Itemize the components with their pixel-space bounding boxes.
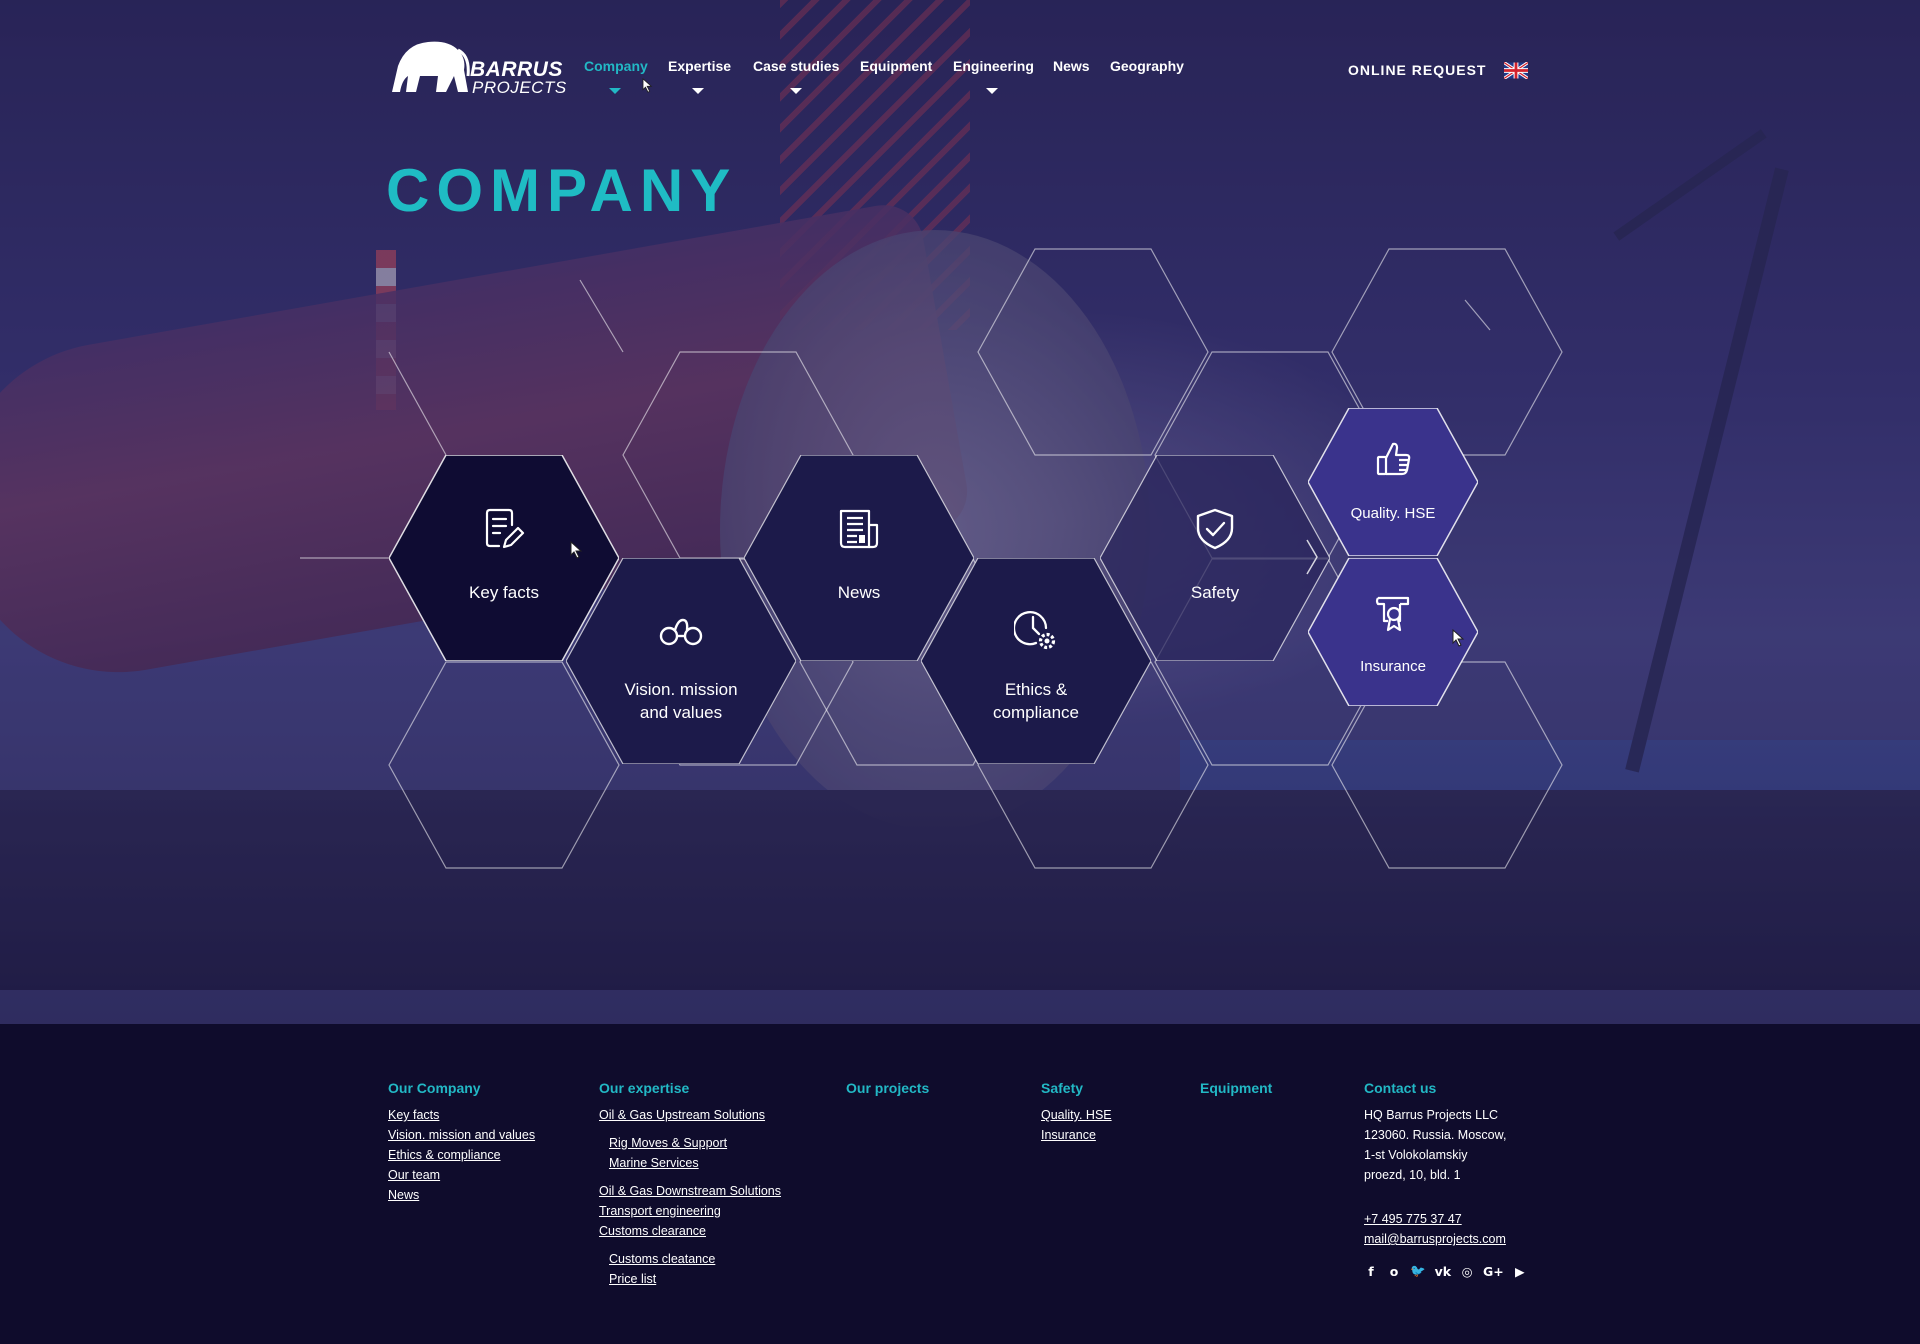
youtube-icon[interactable]: ▶: [1513, 1264, 1527, 1279]
email-link[interactable]: mail@barrusprojects.com: [1364, 1229, 1527, 1249]
twitter-icon[interactable]: 🐦: [1410, 1263, 1426, 1279]
logo[interactable]: BARRUS PROJECTS: [388, 36, 566, 98]
nav-company[interactable]: Company: [584, 58, 648, 74]
logo-subtitle: PROJECTS: [472, 78, 567, 97]
hero-section: BARRUS PROJECTS Company Expertise Case s…: [0, 0, 1920, 1024]
footer-link-transport-engineering[interactable]: Transport engineering: [599, 1201, 781, 1221]
binoculars-icon: [659, 618, 703, 646]
address-line: proezd, 10, bld. 1: [1364, 1168, 1461, 1182]
footer-link-our-team[interactable]: Our team: [388, 1165, 535, 1185]
instagram-icon[interactable]: ◎: [1460, 1264, 1474, 1279]
document-edit-icon: [485, 508, 525, 549]
certificate-icon: [1375, 596, 1410, 632]
footer-link-customs-clearance[interactable]: Customs clearance: [599, 1221, 781, 1241]
footer-col-our-expertise: Our expertise Oil & Gas Upstream Solutio…: [599, 1080, 781, 1289]
footer-heading-our-expertise[interactable]: Our expertise: [599, 1080, 781, 1096]
online-request-button[interactable]: ONLINE REQUEST: [1348, 62, 1486, 78]
tile-safety[interactable]: Safety: [1100, 455, 1330, 661]
nav-case-studies[interactable]: Case studies: [753, 58, 839, 74]
footer-link-quality-hse[interactable]: Quality. HSE: [1041, 1105, 1112, 1125]
footer-link-customs-cleatance[interactable]: Customs cleatance: [609, 1249, 781, 1269]
footer-heading-our-projects[interactable]: Our projects: [846, 1080, 929, 1096]
footer-col-contact: Contact us HQ Barrus Projects LLC 123060…: [1364, 1080, 1527, 1279]
nav-engineering[interactable]: Engineering: [953, 58, 1034, 74]
footer-link-downstream[interactable]: Oil & Gas Downstream Solutions: [599, 1181, 781, 1201]
footer-link-price-list[interactable]: Price list: [609, 1269, 781, 1289]
footer-col-equipment: Equipment: [1200, 1080, 1272, 1105]
page-title: COMPANY: [386, 157, 738, 224]
footer-link-insurance[interactable]: Insurance: [1041, 1125, 1112, 1145]
nav-equipment[interactable]: Equipment: [860, 58, 932, 74]
tile-vision-label-2: and values: [639, 703, 723, 722]
footer-link-marine-services[interactable]: Marine Services: [609, 1153, 781, 1173]
engineering-dropdown-caret-icon[interactable]: [986, 88, 998, 94]
tile-safety-label: Safety: [1190, 583, 1240, 602]
tile-insurance-label: Insurance: [1360, 658, 1426, 675]
footer-col-safety: Safety Quality. HSE Insurance: [1041, 1080, 1112, 1145]
footer-col-our-projects: Our projects: [846, 1080, 929, 1105]
address-line: HQ Barrus Projects LLC: [1364, 1108, 1499, 1122]
google-plus-icon[interactable]: G+: [1483, 1264, 1504, 1279]
thumbs-up-icon: [1376, 442, 1411, 476]
footer-link-rig-moves[interactable]: Rig Moves & Support: [609, 1133, 781, 1153]
nav-expertise[interactable]: Expertise: [668, 58, 731, 74]
phone-link[interactable]: +7 495 775 37 47: [1364, 1209, 1527, 1229]
address-line: 1-st Volokolamskiy: [1364, 1148, 1468, 1162]
vk-icon[interactable]: vk: [1435, 1264, 1451, 1279]
footer-heading-safety[interactable]: Safety: [1041, 1080, 1112, 1096]
case-studies-dropdown-caret-icon[interactable]: [790, 88, 802, 94]
footer-link-ethics[interactable]: Ethics & compliance: [388, 1145, 535, 1165]
tile-quality-hse-label: Quality. HSE: [1350, 505, 1436, 522]
uk-flag-icon[interactable]: [1504, 62, 1528, 79]
footer-heading-equipment[interactable]: Equipment: [1200, 1080, 1272, 1096]
mouse-cursor-icon: [570, 541, 583, 559]
footer-heading-contact[interactable]: Contact us: [1364, 1080, 1527, 1096]
tile-ethics-label-1: Ethics &: [1004, 680, 1068, 699]
clock-gear-icon: [1014, 611, 1056, 650]
nav-news[interactable]: News: [1053, 58, 1090, 74]
tile-vision-label-1: Vision. mission: [624, 680, 738, 699]
footer: Our Company Key facts Vision. mission an…: [0, 1024, 1920, 1344]
expertise-dropdown-caret-icon[interactable]: [692, 88, 704, 94]
facebook-icon[interactable]: f: [1364, 1264, 1378, 1279]
nav-geography[interactable]: Geography: [1110, 58, 1184, 74]
footer-link-vision[interactable]: Vision. mission and values: [388, 1125, 535, 1145]
newspaper-icon: [839, 509, 879, 549]
shield-check-icon: [1196, 508, 1234, 550]
mouse-cursor-icon: [1452, 629, 1465, 647]
odnoklassniki-icon[interactable]: ᴏ: [1387, 1264, 1401, 1279]
footer-link-key-facts[interactable]: Key facts: [388, 1105, 535, 1125]
footer-col-our-company: Our Company Key facts Vision. mission an…: [388, 1080, 535, 1205]
footer-link-news[interactable]: News: [388, 1185, 535, 1205]
tile-ethics-label-2: compliance: [993, 703, 1079, 722]
footer-link-upstream[interactable]: Oil & Gas Upstream Solutions: [599, 1105, 781, 1125]
mammoth-logo-icon: [392, 41, 470, 92]
social-links: f ᴏ 🐦 vk ◎ G+ ▶: [1364, 1263, 1527, 1279]
address-line: 123060. Russia. Moscow,: [1364, 1128, 1507, 1142]
tile-quality-hse[interactable]: Quality. HSE: [1308, 408, 1478, 556]
footer-heading-our-company[interactable]: Our Company: [388, 1080, 535, 1096]
mouse-cursor-icon: [642, 78, 653, 93]
company-dropdown-caret-icon[interactable]: [609, 88, 621, 94]
